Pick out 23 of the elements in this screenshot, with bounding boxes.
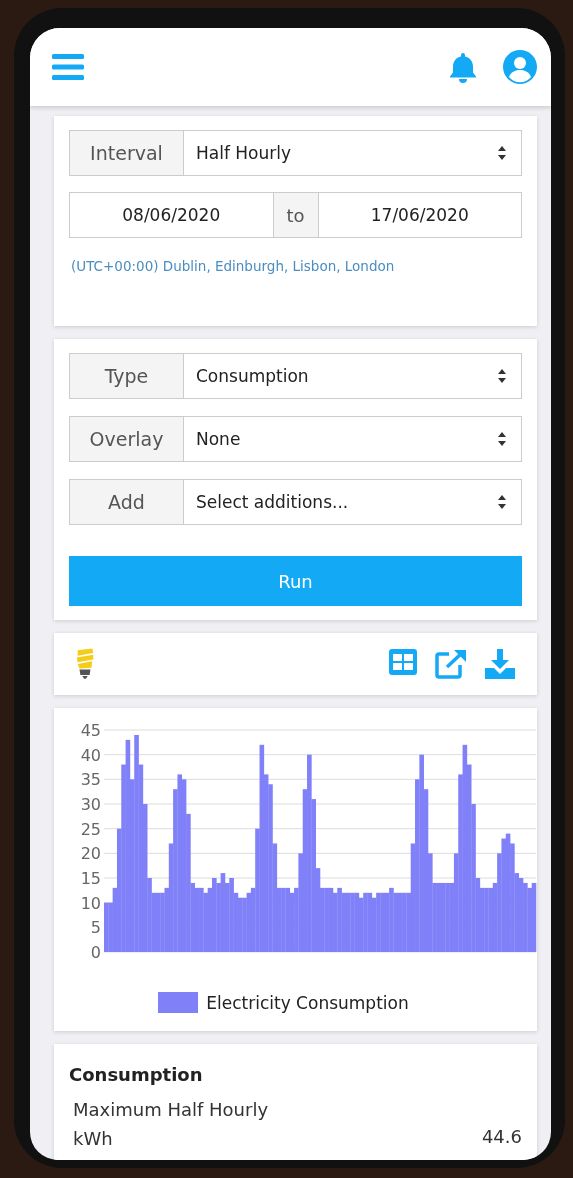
axis-tick-label: 15 — [80, 869, 101, 888]
metric-label: Maximum Half Hourly kWh — [73, 1098, 270, 1151]
axis-tick-label: 25 — [80, 819, 101, 839]
axis-tick-label: 45 — [80, 722, 101, 740]
field-label: Overlay — [70, 417, 184, 461]
axis-tick-label: 20 — [80, 844, 101, 864]
metric-value: 44.6 — [481, 1126, 522, 1149]
summary-title: Consumption — [69, 1064, 204, 1085]
axis-tick-label: 30 — [80, 795, 101, 814]
axis-tick-label: 5 — [90, 918, 101, 938]
legend-label: Electricity Consumption — [206, 992, 409, 1013]
axis-tick-label: 40 — [80, 745, 101, 765]
select-value: None — [196, 429, 242, 449]
field-label: Add — [70, 480, 184, 524]
field-label: Interval — [70, 131, 184, 175]
axis-tick-label: 35 — [80, 770, 101, 790]
axis-tick-label: 0 — [90, 943, 101, 962]
select-value: Half Hourly — [196, 143, 293, 163]
axis-tick-label: 10 — [80, 893, 101, 913]
select-value: Select additions... — [196, 492, 350, 512]
timezone-text: (UTC+00:00) Dublin, Edinburgh, Lisbon, London — [71, 258, 396, 274]
select-value: Consumption — [196, 366, 310, 386]
field-label: Type — [70, 354, 184, 398]
